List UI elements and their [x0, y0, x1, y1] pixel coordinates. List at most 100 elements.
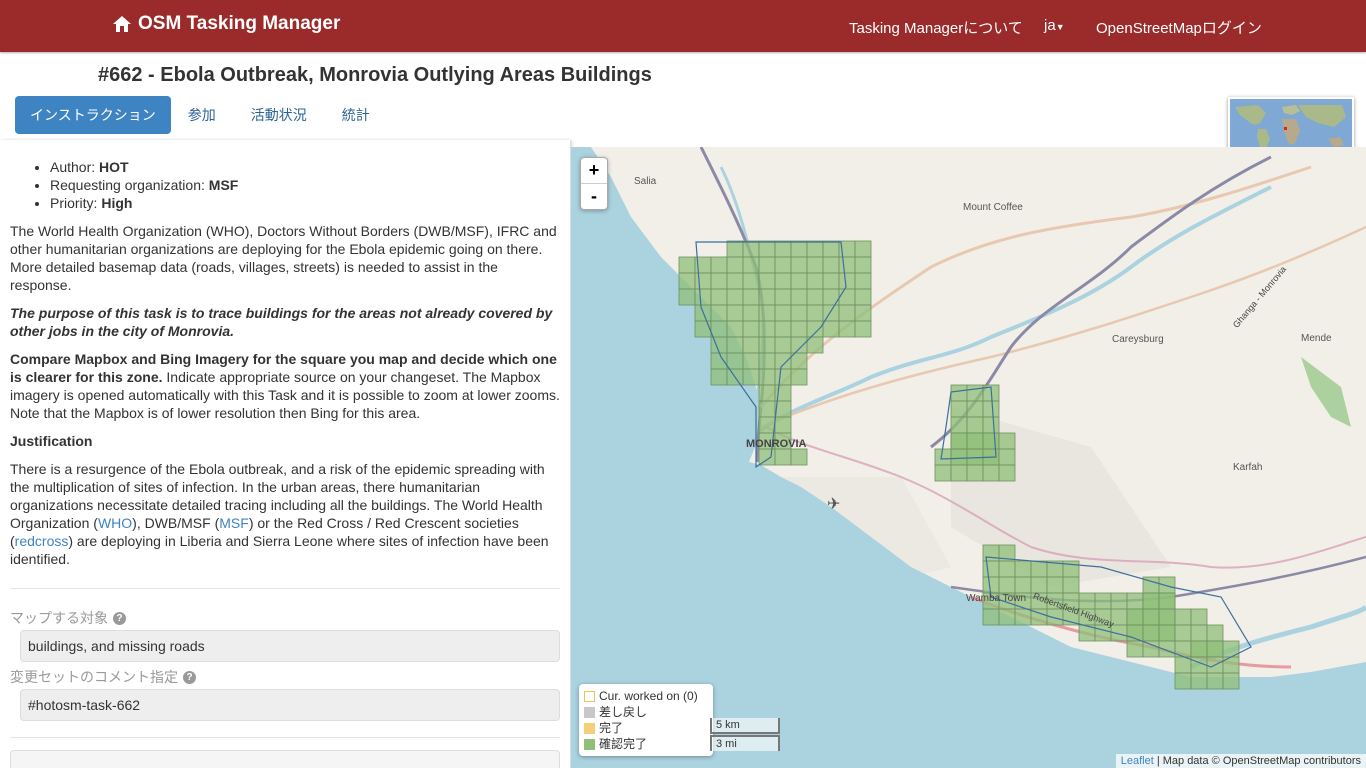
task-tile[interactable]	[854, 288, 872, 306]
task-tile[interactable]	[758, 272, 776, 290]
task-tile[interactable]	[710, 304, 728, 322]
task-tile[interactable]	[710, 288, 728, 306]
task-tile[interactable]	[710, 320, 728, 338]
task-tile[interactable]	[982, 544, 1000, 562]
task-tile[interactable]	[806, 272, 824, 290]
task-tile[interactable]	[854, 320, 872, 338]
task-tile[interactable]	[1094, 592, 1112, 610]
task-tile[interactable]	[1222, 672, 1240, 690]
task-tile[interactable]	[742, 272, 760, 290]
task-tile[interactable]	[742, 320, 760, 338]
task-tile[interactable]	[854, 256, 872, 274]
task-tile[interactable]	[774, 240, 792, 258]
task-tile[interactable]	[1206, 624, 1224, 642]
task-tile[interactable]	[1190, 624, 1208, 642]
question-icon[interactable]: ?	[183, 670, 196, 684]
task-tile[interactable]	[742, 288, 760, 306]
zoom-in-button[interactable]: +	[581, 158, 607, 184]
task-tile[interactable]	[1014, 608, 1032, 626]
task-tile[interactable]	[1014, 576, 1032, 594]
task-tile[interactable]	[1174, 656, 1192, 674]
task-tile[interactable]	[806, 320, 824, 338]
task-tile[interactable]	[726, 304, 744, 322]
task-tile[interactable]	[1206, 672, 1224, 690]
task-tile[interactable]	[822, 272, 840, 290]
task-tile[interactable]	[838, 304, 856, 322]
task-tile[interactable]	[694, 320, 712, 338]
tab-contribute[interactable]: 参加	[171, 96, 234, 134]
task-tile[interactable]	[982, 560, 1000, 578]
language-dropdown[interactable]: ja▼	[1044, 17, 1065, 34]
task-tile[interactable]	[1126, 640, 1144, 658]
task-tile[interactable]	[806, 256, 824, 274]
task-tile[interactable]	[982, 608, 1000, 626]
task-tile[interactable]	[758, 416, 776, 434]
task-tile[interactable]	[934, 464, 952, 482]
task-tile[interactable]	[854, 304, 872, 322]
task-tile[interactable]	[774, 272, 792, 290]
task-tile[interactable]	[774, 288, 792, 306]
task-tile[interactable]	[1158, 592, 1176, 610]
task-tile[interactable]	[966, 432, 984, 450]
task-tile[interactable]	[822, 304, 840, 322]
task-tile[interactable]	[742, 352, 760, 370]
task-tile[interactable]	[710, 368, 728, 386]
task-tile[interactable]	[950, 464, 968, 482]
task-tile[interactable]	[838, 272, 856, 290]
task-tile[interactable]	[838, 256, 856, 274]
task-tile[interactable]	[966, 400, 984, 418]
task-tile[interactable]	[950, 448, 968, 466]
leaflet-link[interactable]: Leaflet	[1121, 755, 1154, 767]
task-tile[interactable]	[966, 416, 984, 434]
task-tile[interactable]	[742, 304, 760, 322]
task-tile[interactable]	[1158, 608, 1176, 626]
task-tile[interactable]	[774, 336, 792, 354]
map-canvas[interactable]: ✈	[571, 147, 1366, 768]
task-tile[interactable]	[774, 256, 792, 274]
task-tile[interactable]	[806, 304, 824, 322]
task-tile[interactable]	[726, 256, 744, 274]
task-tile[interactable]	[838, 288, 856, 306]
task-tile[interactable]	[934, 448, 952, 466]
task-tile[interactable]	[758, 400, 776, 418]
task-tile[interactable]	[742, 240, 760, 258]
task-tile[interactable]	[678, 256, 696, 274]
task-tile[interactable]	[998, 448, 1016, 466]
task-tile[interactable]	[758, 384, 776, 402]
who-link[interactable]: WHO	[98, 515, 132, 531]
task-tile[interactable]	[790, 336, 808, 354]
task-tile[interactable]	[758, 320, 776, 338]
task-tile[interactable]	[966, 464, 984, 482]
task-tile[interactable]	[758, 240, 776, 258]
task-tile[interactable]	[1030, 560, 1048, 578]
task-tile[interactable]	[1190, 672, 1208, 690]
task-tile[interactable]	[1206, 640, 1224, 658]
task-tile[interactable]	[806, 240, 824, 258]
task-tile[interactable]	[982, 400, 1000, 418]
task-tile[interactable]	[998, 608, 1016, 626]
task-tile[interactable]	[1190, 640, 1208, 658]
task-tile[interactable]	[998, 464, 1016, 482]
task-tile[interactable]	[758, 448, 776, 466]
task-tile[interactable]	[758, 288, 776, 306]
question-icon[interactable]: ?	[113, 611, 126, 625]
task-tile[interactable]	[854, 240, 872, 258]
task-tile[interactable]	[1126, 608, 1144, 626]
task-tile[interactable]	[726, 352, 744, 370]
task-tile[interactable]	[758, 368, 776, 386]
redcross-link[interactable]: redcross	[15, 533, 69, 549]
task-tile[interactable]	[950, 384, 968, 402]
task-tile[interactable]	[774, 304, 792, 322]
task-tile[interactable]	[774, 352, 792, 370]
task-tile[interactable]	[710, 352, 728, 370]
task-tile[interactable]	[742, 336, 760, 354]
task-tile[interactable]	[1174, 608, 1192, 626]
task-tile[interactable]	[966, 384, 984, 402]
task-tile[interactable]	[726, 288, 744, 306]
task-tile[interactable]	[694, 288, 712, 306]
task-tile[interactable]	[998, 432, 1016, 450]
task-tile[interactable]	[790, 320, 808, 338]
task-tile[interactable]	[726, 320, 744, 338]
task-tile[interactable]	[694, 272, 712, 290]
task-tile[interactable]	[758, 336, 776, 354]
